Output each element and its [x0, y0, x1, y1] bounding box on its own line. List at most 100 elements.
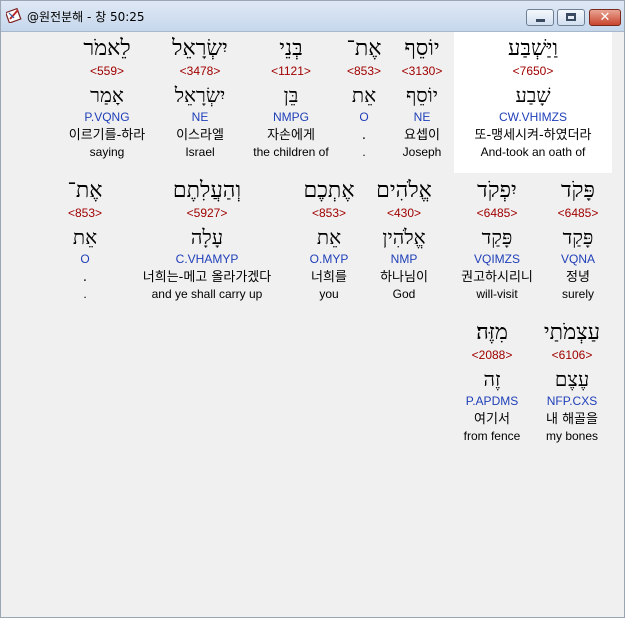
lemma: יוֹסֵף [405, 83, 439, 107]
word-2-0[interactable]: עַצְמֹתַי <6106> עֶצֶם NFP.CXS 내 해골을 my … [532, 320, 612, 444]
hebrew-word: אֶת־ [67, 178, 103, 203]
maximize-icon [566, 13, 576, 21]
strong-number: <3130> [401, 64, 443, 78]
hebrew-word: וְהַעֲלִתֶם [172, 178, 242, 203]
lemma: יִשְׂרָאֵל [174, 83, 226, 107]
english-gloss: Joseph [402, 145, 442, 159]
strong-number: <853> [67, 206, 103, 220]
word-1-0[interactable]: פָּקֹד <6485> פָּקַד VQNA 정녕 surely [544, 178, 612, 302]
korean-gloss: 너희를 [311, 270, 347, 285]
lemma: עֶצֶם [554, 367, 590, 391]
english-gloss: . [83, 287, 87, 301]
korean-gloss: 또-맹세시켜-하였더라 [474, 128, 592, 143]
hebrew-word: בְּנֵי [279, 36, 303, 61]
minimize-icon [536, 19, 545, 22]
hebrew-word: מִזֶּה׃ [476, 320, 508, 345]
english-gloss: from fence [463, 429, 521, 443]
morphology: P.VQNG [84, 110, 130, 124]
word-0-3[interactable]: בְּנֵי <1121> בֵּן NMPG 자손에게 the childre… [244, 36, 338, 160]
strong-number: <3478> [179, 64, 221, 78]
morphology: C.VHAMYP [175, 252, 239, 266]
hebrew-word: וַיַּשְׁבַּע [507, 36, 559, 61]
app-window: @원전분해 - 창 50:25 ✕ וַיַּשְׁבַּע <7650> שָ… [0, 0, 625, 618]
strong-number: <853> [311, 206, 347, 220]
korean-gloss: 이스라엘 [176, 128, 224, 143]
morphology: O [80, 252, 90, 266]
word-0-5[interactable]: לֵאמֹר <559> אָמַר P.VQNG 이르기를-하라 saying [54, 36, 160, 160]
english-gloss: and ye shall carry up [151, 287, 263, 301]
lemma: פָּקַד [562, 225, 594, 249]
strong-number: <430> [386, 206, 422, 220]
morphology: P.APDMS [465, 394, 519, 408]
lemma: פָּקַד [481, 225, 513, 249]
morphology: VQIMZS [473, 252, 520, 266]
strong-number: <6485> [476, 206, 518, 220]
english-gloss: God [392, 287, 416, 301]
minimize-button[interactable] [526, 9, 554, 26]
window-title: @원전분해 - 창 50:25 [27, 10, 145, 24]
korean-gloss: . [82, 270, 88, 285]
morphology: CW.VHIMZS [499, 110, 567, 124]
strong-number: <2088> [471, 348, 513, 362]
korean-gloss: 권고하시리니 [461, 270, 533, 285]
hebrew-word: אֶתְכֶם [303, 178, 355, 203]
hebrew-word: אֶת־ [346, 36, 382, 61]
close-button[interactable]: ✕ [589, 9, 621, 26]
lemma: אֵת [316, 225, 342, 249]
word-0-2[interactable]: אֶת־ <853> אֵת O . . [338, 36, 390, 160]
maximize-button[interactable] [557, 9, 585, 26]
strong-number: <1121> [271, 64, 311, 78]
korean-gloss: . [361, 128, 367, 143]
korean-gloss: 내 해골을 [546, 412, 598, 427]
morphology: NFP.CXS [546, 394, 598, 408]
morphology: VQNA [560, 252, 595, 266]
bible-app-icon [6, 7, 22, 23]
strong-number: <559> [89, 64, 125, 78]
strong-number: <853> [346, 64, 382, 78]
word-1-4[interactable]: וְהַעֲלִתֶם <5927> עָלָה C.VHAMYP 너희는-메고… [124, 178, 290, 302]
korean-gloss: 이르기를-하라 [68, 128, 146, 143]
morphology: O [359, 110, 369, 124]
strong-number: <6485> [557, 206, 599, 220]
hebrew-word: יוֹסֵף [404, 36, 440, 61]
morphology: O.MYP [309, 252, 349, 266]
lemma: זֶה [483, 367, 501, 391]
korean-gloss: 자손에게 [267, 128, 315, 143]
strong-number: <7650> [512, 64, 554, 78]
english-gloss: you [319, 287, 339, 301]
word-0-0[interactable]: וַיַּשְׁבַּע <7650> שָׁבַע CW.VHIMZS 또-맹… [454, 36, 612, 160]
english-gloss: Israel [185, 145, 215, 159]
english-gloss: surely [561, 287, 594, 301]
word-0-1[interactable]: יוֹסֵף <3130> יוֹסֵף NE 요셉이 Joseph [392, 36, 452, 160]
title-bar[interactable]: @원전분해 - 창 50:25 ✕ [1, 1, 624, 32]
english-gloss: And-took an oath of [480, 145, 586, 159]
morphology: NMPG [273, 110, 309, 124]
hebrew-word: יִשְׂרָאֵל [172, 36, 228, 61]
word-1-5[interactable]: אֶת־ <853> אֵת O . . [58, 178, 112, 302]
hebrew-word: פָּקֹד [561, 178, 595, 203]
lemma: עָלָה [190, 225, 224, 249]
english-gloss: will-visit [476, 287, 518, 301]
english-gloss: my bones [545, 429, 599, 443]
word-1-1[interactable]: יִפְקֹד <6485> פָּקַד VQIMZS 권고하시리니 will… [454, 178, 540, 302]
hebrew-word: אֱלֹהִים [376, 178, 432, 203]
strong-number: <5927> [186, 206, 228, 220]
lemma: אֵת [351, 83, 377, 107]
word-0-4[interactable]: יִשְׂרָאֵל <3478> יִשְׂרָאֵל NE 이스라엘 Isr… [160, 36, 240, 160]
morphology: NE [413, 110, 431, 124]
interlinear-panel: וַיַּשְׁבַּע <7650> שָׁבַע CW.VHIMZS 또-맹… [8, 32, 619, 612]
english-gloss: . [362, 145, 366, 159]
lemma: בֵּן [283, 83, 299, 107]
strong-number: <6106> [551, 348, 593, 362]
hebrew-word: עַצְמֹתַי [543, 320, 601, 345]
lemma: שָׁבַע [515, 83, 551, 107]
word-1-3[interactable]: אֶתְכֶם <853> אֵת O.MYP 너희를 you [294, 178, 364, 302]
word-1-2[interactable]: אֱלֹהִים <430> אֱלֹהִין NMP 하나님이 God [366, 178, 442, 302]
word-2-1[interactable]: מִזֶּה׃ <2088> זֶה P.APDMS 여기서 from fenc… [454, 320, 530, 444]
english-gloss: saying [89, 145, 125, 159]
close-icon: ✕ [599, 10, 611, 25]
hebrew-word: לֵאמֹר [83, 36, 131, 61]
english-gloss: the children of [253, 145, 329, 159]
hebrew-word: יִפְקֹד [477, 178, 517, 203]
korean-gloss: 하나님이 [380, 270, 428, 285]
